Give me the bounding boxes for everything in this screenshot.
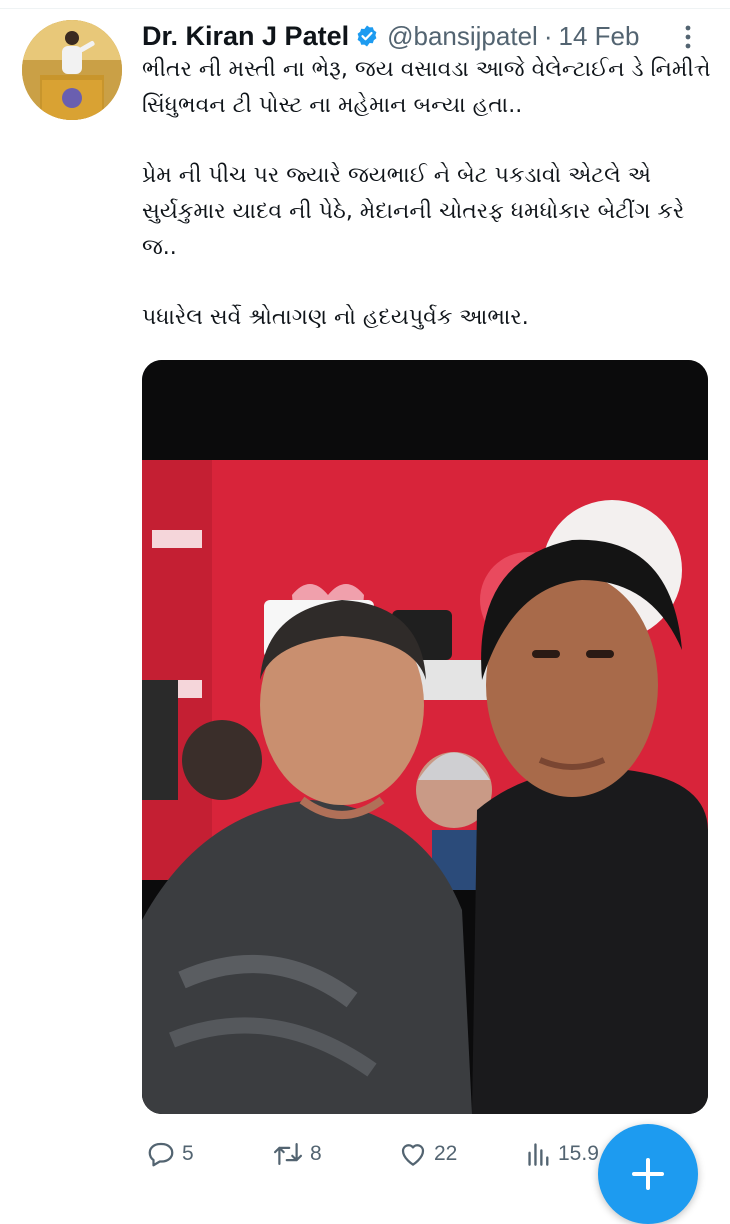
tweet-paragraph: પધારેલ સર્વે શ્રોતાગણ નો હદયપુર્વક આભાર. [142,305,529,330]
author-name[interactable]: Dr. Kiran J Patel [142,21,349,52]
reply-count: 5 [182,1142,194,1165]
verified-badge-icon [355,24,379,48]
compose-tweet-button[interactable] [598,1124,698,1224]
top-divider [0,0,730,9]
tweet-photo[interactable] [142,360,708,1114]
views-button[interactable]: 15.9 [526,1132,599,1176]
reply-icon [148,1142,174,1167]
tweet-text: ભીતર ની મસ્તી ના ભેરૂ, જય વસાવડા આજે વેલ… [142,52,712,370]
tweet-actions: 5 8 22 15.9 [142,1132,612,1176]
compose-plus-icon [632,1158,664,1190]
tweet-paragraph: ભીતર ની મસ્તી ના ભેરૂ, જય વસાવડા આજે વેલ… [142,57,711,118]
avatar[interactable] [22,20,122,120]
more-options-icon[interactable] [676,22,700,52]
reply-button[interactable]: 5 [146,1132,194,1176]
tweet-date[interactable]: 14 Feb [558,21,639,52]
tweet-header: Dr. Kiran J Patel @bansijpatel · 14 Feb [142,18,700,54]
retweet-icon [273,1143,303,1165]
views-count: 15.9 [558,1142,599,1165]
tweet-paragraph: પ્રેમ ની પીચ પર જ્યારે જયભાઈ ને બેટ પકડા… [142,163,685,260]
like-count: 22 [434,1142,458,1165]
like-icon [401,1144,425,1166]
like-button[interactable]: 22 [398,1132,457,1176]
author-handle[interactable]: @bansijpatel [387,21,538,52]
views-icon [528,1143,549,1166]
separator-dot: · [543,20,553,51]
retweet-button[interactable]: 8 [272,1132,322,1176]
retweet-count: 8 [310,1142,322,1165]
avatar-image [22,20,122,120]
selfie-photo [142,360,708,1114]
